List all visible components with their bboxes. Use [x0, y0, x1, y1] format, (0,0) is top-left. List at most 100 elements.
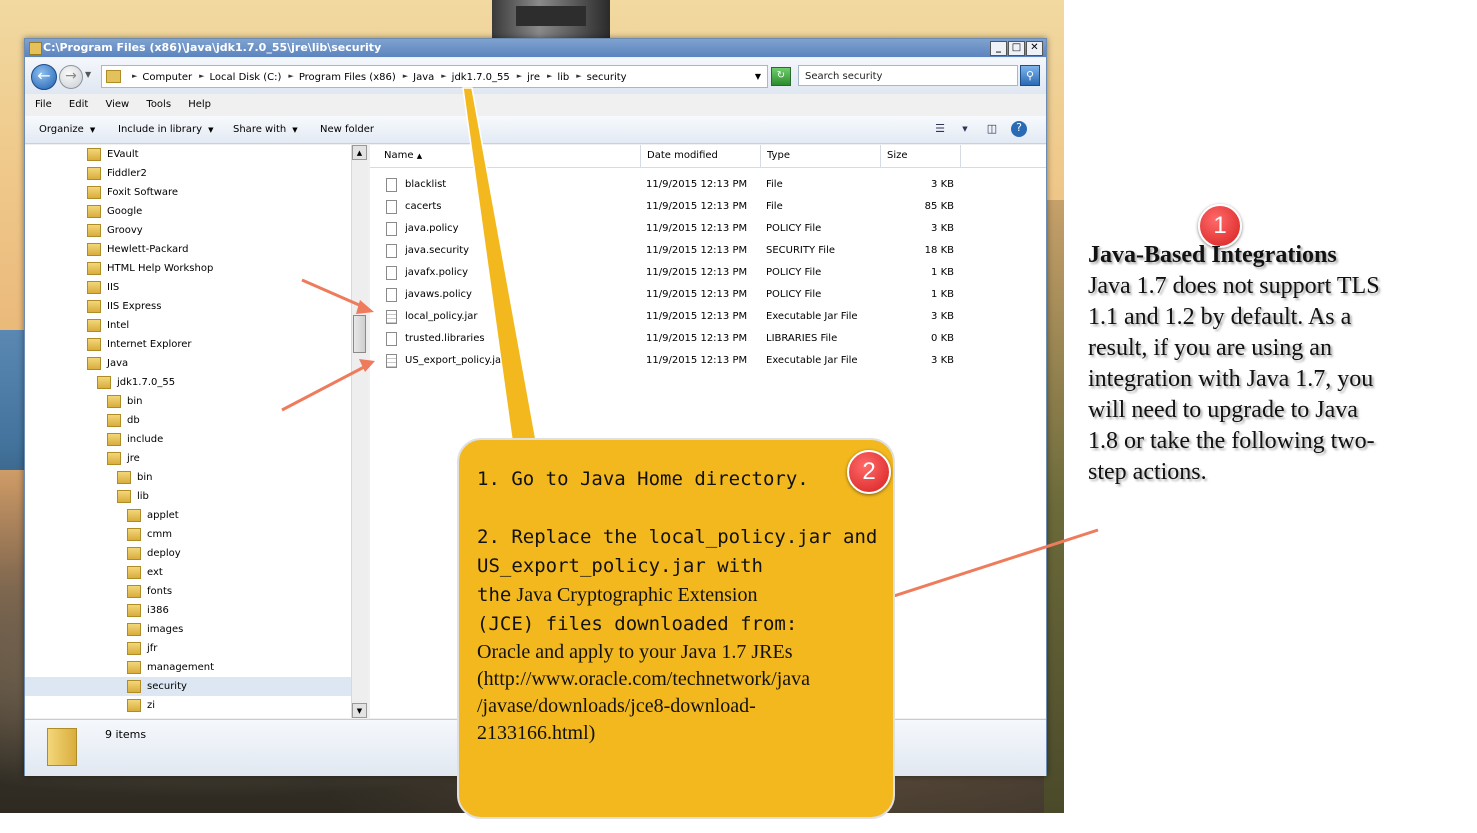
menu-tools[interactable]: Tools [146, 99, 171, 110]
help-icon[interactable]: ? [1011, 121, 1027, 137]
chevron-right-icon[interactable]: ► [517, 72, 522, 80]
tree-item[interactable]: HTML Help Workshop [25, 259, 351, 278]
cell-type: File [766, 201, 783, 212]
tree-item[interactable]: applet [25, 506, 351, 525]
tree-item[interactable]: IIS [25, 278, 351, 297]
tree-item[interactable]: images [25, 620, 351, 639]
breadcrumb-java[interactable]: Java [413, 72, 434, 83]
chevron-right-icon[interactable]: ► [576, 72, 581, 80]
chevron-right-icon[interactable]: ► [132, 72, 137, 80]
maximize-button[interactable]: □ [1008, 41, 1025, 56]
breadcrumb-program-files[interactable]: Program Files (x86) [299, 72, 396, 83]
breadcrumb-local-disk[interactable]: Local Disk (C:) [210, 72, 282, 83]
table-row[interactable]: javafx.policy 11/9/2015 12:13 PM POLICY Fi… [370, 262, 1046, 284]
tree-item[interactable]: management [25, 658, 351, 677]
column-name[interactable]: Name ▲ [370, 145, 641, 167]
table-row[interactable]: US_export_policy.ja 11/9/2015 12:13 PM Exe… [370, 350, 1046, 372]
breadcrumb-lib[interactable]: lib [557, 72, 569, 83]
tree-item[interactable]: ext [25, 563, 351, 582]
back-arrow-icon[interactable]: ← [31, 64, 57, 90]
tree-item[interactable]: bin [25, 392, 351, 411]
search-input[interactable]: Search security [798, 65, 1018, 86]
tree-item[interactable]: IIS Express [25, 297, 351, 316]
tree-item[interactable]: fonts [25, 582, 351, 601]
tree-item-label: Hewlett-Packard [107, 244, 189, 255]
tree-item-label: deploy [147, 548, 181, 559]
tree-item[interactable]: cmm [25, 525, 351, 544]
table-row[interactable]: local_policy.jar 11/9/2015 12:13 PM Execut… [370, 306, 1046, 328]
refresh-icon[interactable]: ↻ [771, 67, 791, 86]
cell-name: local_policy.jar [405, 311, 478, 322]
forward-arrow-icon[interactable]: → [59, 65, 83, 89]
chevron-right-icon[interactable]: ► [403, 72, 408, 80]
menu-view[interactable]: View [105, 99, 129, 110]
table-row[interactable]: javaws.policy 11/9/2015 12:13 PM POLICY Fi… [370, 284, 1046, 306]
tree-item[interactable]: Google [25, 202, 351, 221]
column-date-modified[interactable]: Date modified [641, 145, 761, 167]
share-with-button[interactable]: Share with ▼ [233, 116, 298, 144]
minimize-button[interactable]: _ [990, 41, 1007, 56]
tree-item[interactable]: Groovy [25, 221, 351, 240]
view-options-icon[interactable]: ☰ [931, 122, 949, 136]
breadcrumb-jdk[interactable]: jdk1.7.0_55 [452, 72, 510, 83]
include-in-library-button[interactable]: Include in library ▼ [118, 116, 213, 144]
view-dropdown-icon[interactable]: ▼ [959, 122, 971, 136]
column-size[interactable]: Size [881, 145, 961, 167]
tree-item[interactable]: EVault [25, 145, 351, 164]
preview-pane-icon[interactable]: ◫ [983, 122, 1001, 136]
address-dropdown-icon[interactable]: ▼ [755, 66, 761, 87]
tree-item[interactable]: Hewlett-Packard [25, 240, 351, 259]
tree-item[interactable]: Internet Explorer [25, 335, 351, 354]
chevron-right-icon[interactable]: ► [199, 72, 204, 80]
tree-item[interactable]: include [25, 430, 351, 449]
step-2-line-2: US_export_policy.jar with [477, 555, 763, 577]
table-row[interactable]: cacerts 11/9/2015 12:13 PM File 85 KB [370, 196, 1046, 218]
menu-bar: File Edit View Tools Help [25, 95, 1046, 115]
title-bar[interactable]: C:\Program Files (x86)\Java\jdk1.7.0_55\… [25, 39, 1046, 57]
folder-icon [87, 204, 101, 218]
history-dropdown-icon[interactable]: ▼ [85, 70, 91, 79]
scroll-thumb[interactable] [353, 315, 366, 353]
tree-item[interactable]: Intel [25, 316, 351, 335]
new-folder-button[interactable]: New folder [320, 116, 374, 143]
tree-item[interactable]: zi [25, 696, 351, 715]
breadcrumb-security[interactable]: security [587, 72, 627, 83]
organize-button[interactable]: Organize ▼ [39, 116, 95, 144]
chevron-right-icon[interactable]: ► [441, 72, 446, 80]
folder-icon [87, 337, 101, 351]
tree-item[interactable]: jfr [25, 639, 351, 658]
tree-item[interactable]: jdk1.7.0_55 [25, 373, 351, 392]
tree-item[interactable]: Java [25, 354, 351, 373]
tree-item[interactable]: lib [25, 487, 351, 506]
jar-file-icon [386, 310, 397, 324]
search-icon[interactable]: ⚲ [1020, 65, 1040, 86]
column-type[interactable]: Type [761, 145, 881, 167]
menu-help[interactable]: Help [188, 99, 211, 110]
tree-item[interactable]: security [25, 677, 351, 696]
tree-item[interactable]: Fiddler2 [25, 164, 351, 183]
table-row[interactable]: java.security 11/9/2015 12:13 PM SECURITY … [370, 240, 1046, 262]
tree-item-label: jdk1.7.0_55 [117, 377, 176, 388]
menu-file[interactable]: File [35, 99, 52, 110]
tree-item[interactable]: jre [25, 449, 351, 468]
breadcrumb-computer[interactable]: Computer [142, 72, 192, 83]
chevron-right-icon[interactable]: ► [288, 72, 293, 80]
breadcrumb-jre[interactable]: jre [527, 72, 540, 83]
tree-item[interactable]: bin [25, 468, 351, 487]
tree-scrollbar[interactable]: ▲ ▼ [351, 145, 368, 718]
table-row[interactable]: trusted.libraries 11/9/2015 12:13 PM LIBRA… [370, 328, 1046, 350]
chevron-right-icon[interactable]: ► [547, 72, 552, 80]
breadcrumb[interactable]: ► Computer ► Local Disk (C:) ► Program Files … [101, 65, 768, 88]
close-button[interactable]: ✕ [1026, 41, 1043, 56]
tree-item[interactable]: db [25, 411, 351, 430]
tree-item[interactable]: i386 [25, 601, 351, 620]
tree-item[interactable]: deploy [25, 544, 351, 563]
menu-edit[interactable]: Edit [69, 99, 88, 110]
scroll-down-icon[interactable]: ▼ [352, 703, 367, 718]
scroll-up-icon[interactable]: ▲ [352, 145, 367, 160]
cell-size: 1 KB [931, 267, 954, 278]
table-row[interactable]: blacklist 11/9/2015 12:13 PM File 3 KB [370, 174, 1046, 196]
cell-name: cacerts [405, 201, 442, 212]
tree-item[interactable]: Foxit Software [25, 183, 351, 202]
table-row[interactable]: java.policy 11/9/2015 12:13 PM POLICY File… [370, 218, 1046, 240]
